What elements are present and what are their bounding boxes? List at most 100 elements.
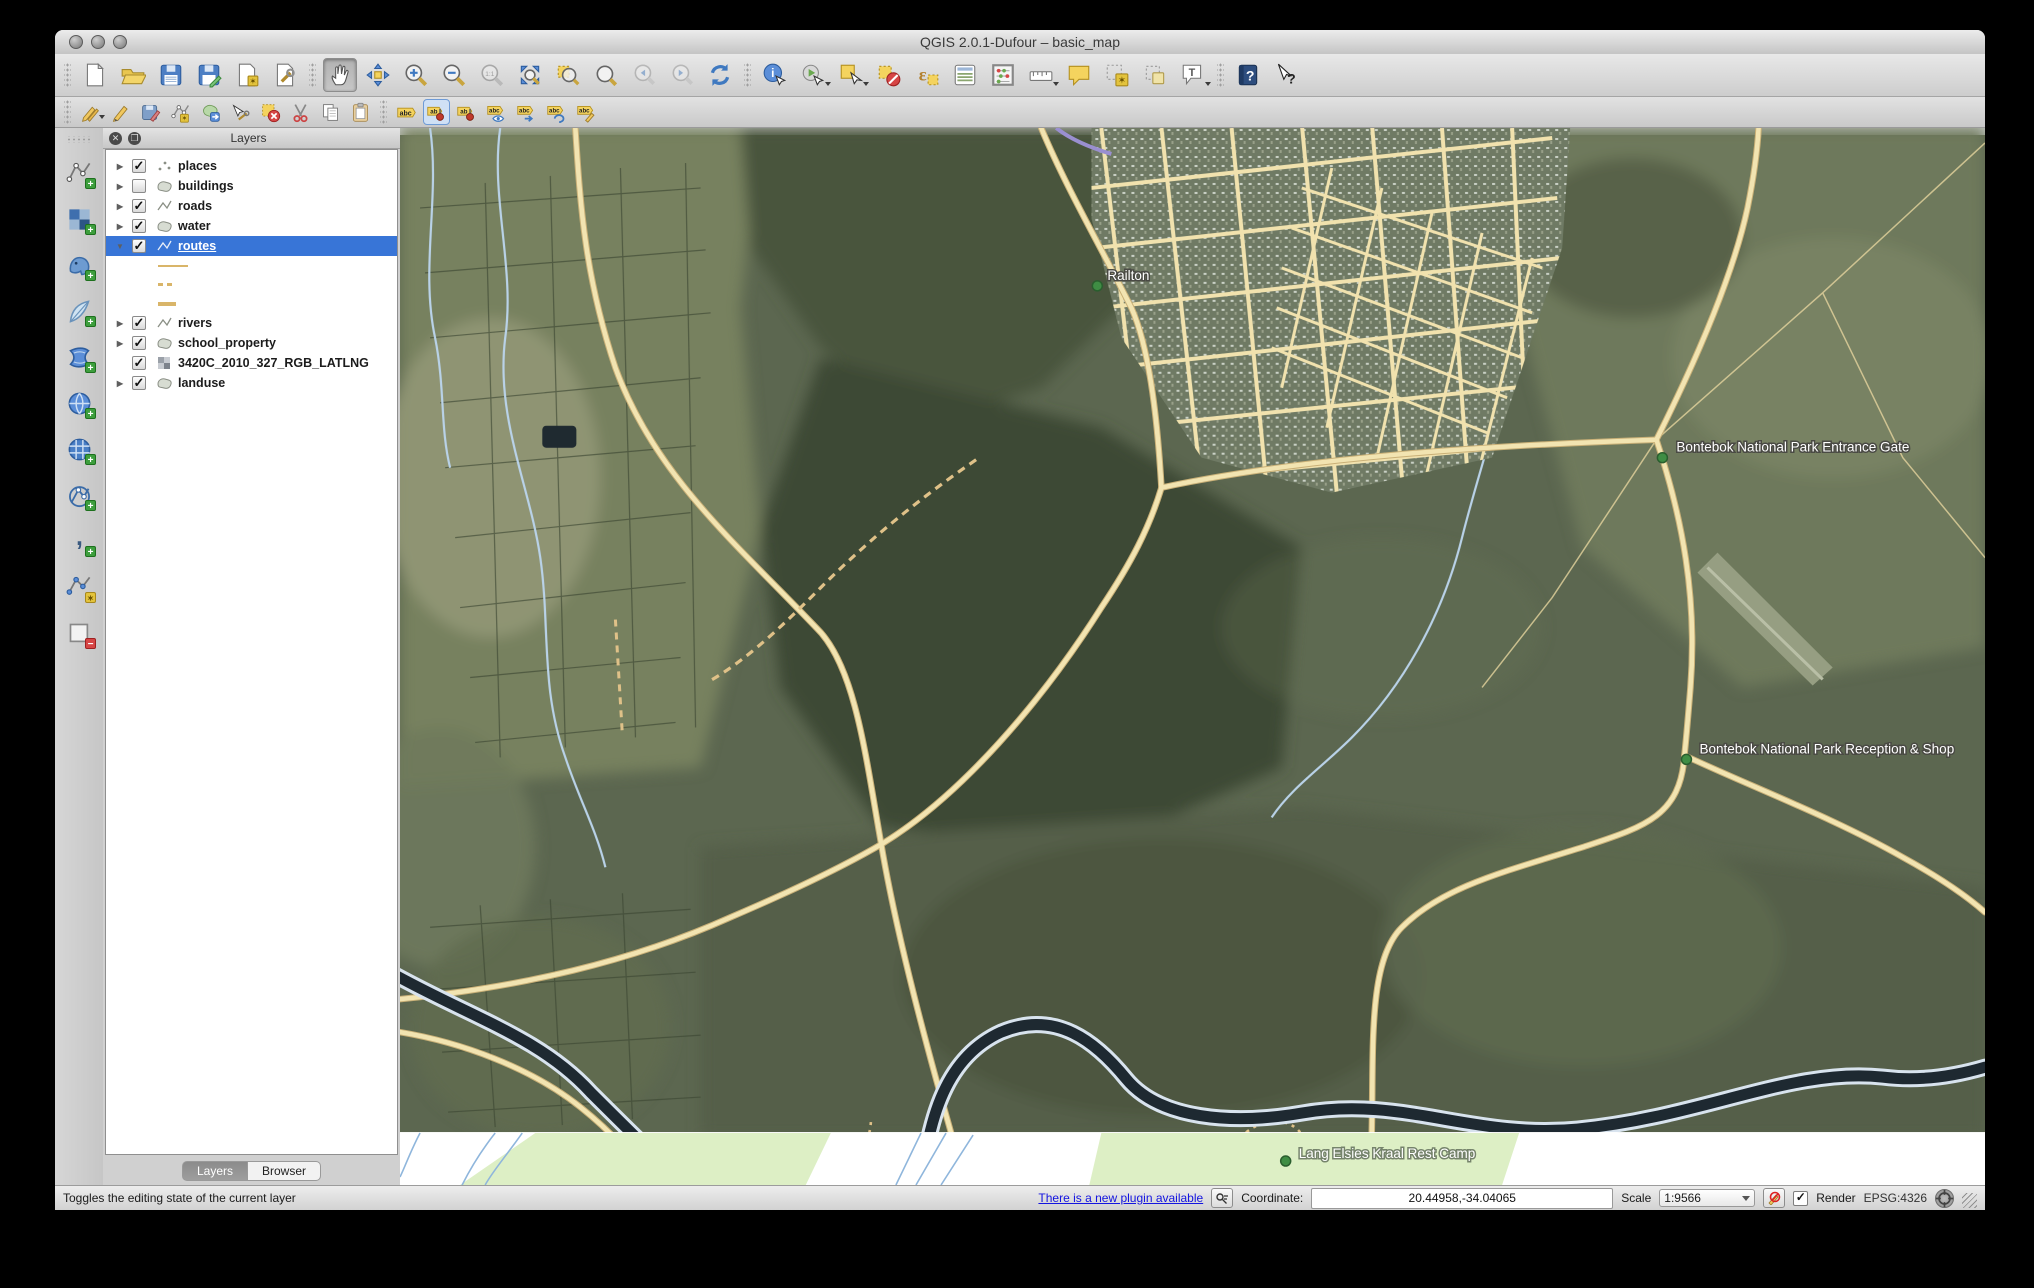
layer-checkbox[interactable] (132, 336, 146, 350)
layer-row-school-property[interactable]: school_property (106, 333, 397, 353)
pan-map-button[interactable] (323, 58, 357, 92)
title-bar[interactable]: QGIS 2.0.1-Dufour – basic_map (55, 30, 1985, 55)
identify-features-button[interactable]: i (758, 58, 792, 92)
zoom-window-button[interactable] (113, 35, 127, 49)
composer-manager-button[interactable] (268, 58, 302, 92)
map-tips-button[interactable] (1062, 58, 1096, 92)
layer-checkbox[interactable] (132, 159, 146, 173)
add-wfs-layer-button[interactable] (62, 479, 96, 511)
zoom-in-button[interactable] (399, 58, 433, 92)
zoom-full-button[interactable] (513, 58, 547, 92)
toolbar-grip[interactable] (744, 62, 751, 88)
toggle-editing-button[interactable] (107, 99, 134, 125)
layer-row-landuse[interactable]: landuse (106, 373, 397, 393)
zoom-out-button[interactable] (437, 58, 471, 92)
routes-symbol-row[interactable] (106, 275, 397, 294)
float-panel-icon[interactable]: ❐ (128, 132, 141, 145)
tab-browser[interactable]: Browser (248, 1161, 321, 1181)
select-by-expression-button[interactable]: ε (910, 58, 944, 92)
zoom-to-layer-button[interactable] (589, 58, 623, 92)
map-canvas[interactable]: Railton Bontebok National Park Entrance … (400, 128, 1985, 1185)
toolbar-grip[interactable] (66, 136, 92, 143)
remove-layer-button[interactable] (62, 617, 96, 649)
layer-row-water[interactable]: water (106, 216, 397, 236)
toolbar-grip[interactable] (64, 62, 71, 88)
open-project-button[interactable] (116, 58, 150, 92)
text-annotation-button[interactable]: T (1176, 58, 1210, 92)
measure-button[interactable] (1024, 58, 1058, 92)
help-contents-button[interactable]: ? (1231, 58, 1265, 92)
pin-unpin-labels-button[interactable]: ab (453, 99, 480, 125)
routes-symbol-row[interactable] (106, 294, 397, 313)
new-bookmark-button[interactable]: ✶ (1100, 58, 1134, 92)
layer-row-buildings[interactable]: buildings (106, 176, 397, 196)
expander-icon[interactable] (114, 319, 126, 328)
move-label-button[interactable]: abc (513, 99, 540, 125)
whats-this-button[interactable]: ? (1269, 58, 1303, 92)
expander-icon[interactable] (114, 222, 126, 231)
rotate-label-button[interactable]: abc (543, 99, 570, 125)
paste-features-button[interactable] (347, 99, 374, 125)
labeling-button[interactable]: abc (393, 99, 420, 125)
expander-icon[interactable] (114, 182, 126, 191)
refresh-map-button[interactable] (703, 58, 737, 92)
layer-checkbox[interactable] (132, 376, 146, 390)
layer-checkbox[interactable] (132, 199, 146, 213)
toolbar-grip[interactable] (64, 99, 71, 125)
add-wms-layer-button[interactable] (62, 387, 96, 419)
resize-grip[interactable] (1962, 1193, 1977, 1208)
expander-icon[interactable] (114, 242, 126, 251)
layer-checkbox[interactable] (132, 316, 146, 330)
expander-icon[interactable] (114, 339, 126, 348)
crs-status-icon[interactable] (1935, 1189, 1954, 1208)
run-feature-action-button[interactable] (796, 58, 830, 92)
layer-row-roads[interactable]: roads (106, 196, 397, 216)
minimize-window-button[interactable] (91, 35, 105, 49)
highlight-pinned-labels-button[interactable]: ab (423, 99, 450, 125)
add-postgis-layer-button[interactable] (62, 249, 96, 281)
render-checkbox[interactable] (1793, 1191, 1808, 1206)
new-project-button[interactable] (78, 58, 112, 92)
new-shapefile-layer-button[interactable] (62, 571, 96, 603)
save-project-as-button[interactable] (192, 58, 226, 92)
show-hidden-labels-button[interactable]: abc (483, 99, 510, 125)
zoom-next-button[interactable] (665, 58, 699, 92)
layer-row-places[interactable]: places (106, 156, 397, 176)
save-layer-edits-button[interactable] (137, 99, 164, 125)
add-feature-button[interactable]: ✶ (167, 99, 194, 125)
layer-row-routes[interactable]: routes (106, 236, 397, 256)
close-panel-icon[interactable]: ✕ (109, 132, 122, 145)
routes-symbol-row[interactable] (106, 256, 397, 275)
layer-checkbox[interactable] (132, 356, 146, 370)
new-composer-button[interactable]: ✶ (230, 58, 264, 92)
select-features-button[interactable] (834, 58, 868, 92)
move-feature-button[interactable] (197, 99, 224, 125)
add-spatialite-layer-button[interactable] (62, 295, 96, 327)
coordinate-input[interactable] (1311, 1188, 1613, 1209)
expander-icon[interactable] (114, 162, 126, 171)
add-vector-layer-button[interactable] (62, 157, 96, 189)
layer-row-raster[interactable]: 3420C_2010_327_RGB_LATLNG (106, 353, 397, 373)
layer-checkbox[interactable] (132, 239, 146, 253)
zoom-native-button[interactable]: 1:1 (475, 58, 509, 92)
toolbar-grip[interactable] (309, 62, 316, 88)
add-delimited-text-layer-button[interactable]: , (62, 525, 96, 557)
expander-icon[interactable] (114, 379, 126, 388)
expander-icon[interactable] (114, 202, 126, 211)
open-attribute-table-button[interactable] (948, 58, 982, 92)
deselect-features-button[interactable] (872, 58, 906, 92)
pan-to-selection-button[interactable] (361, 58, 395, 92)
cut-features-button[interactable] (287, 99, 314, 125)
close-window-button[interactable] (69, 35, 83, 49)
stop-render-icon[interactable] (1763, 1188, 1785, 1208)
plugin-icon[interactable] (1211, 1188, 1233, 1208)
layer-row-rivers[interactable]: rivers (106, 313, 397, 333)
current-edits-button[interactable] (77, 99, 104, 125)
delete-selected-button[interactable] (257, 99, 284, 125)
scale-combobox[interactable]: 1:9566 (1659, 1189, 1755, 1207)
save-project-button[interactable] (154, 58, 188, 92)
toolbar-grip[interactable] (380, 99, 387, 125)
zoom-to-selection-button[interactable] (551, 58, 585, 92)
layer-checkbox[interactable] (132, 179, 146, 193)
change-label-button[interactable]: abc (573, 99, 600, 125)
